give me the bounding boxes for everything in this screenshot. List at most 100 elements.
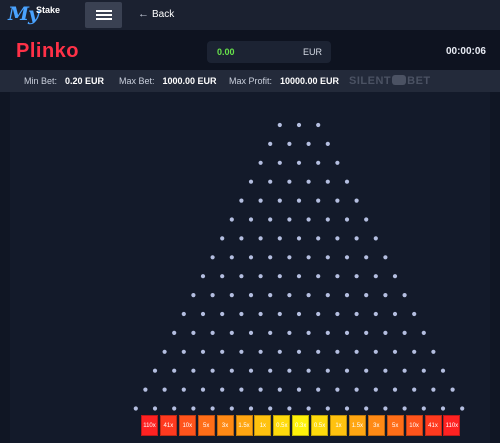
peg bbox=[354, 349, 359, 354]
peg bbox=[392, 274, 398, 279]
peg bbox=[239, 274, 244, 279]
peg bbox=[335, 349, 340, 354]
peg bbox=[316, 160, 321, 165]
peg bbox=[325, 330, 330, 335]
peg bbox=[431, 349, 436, 354]
multiplier-slot: 110x bbox=[443, 415, 461, 436]
peg bbox=[335, 387, 340, 392]
peg bbox=[248, 368, 254, 373]
peg bbox=[200, 274, 206, 279]
peg bbox=[220, 387, 225, 392]
peg bbox=[248, 217, 254, 222]
peg bbox=[258, 311, 263, 317]
peg bbox=[296, 311, 302, 317]
peg bbox=[229, 368, 234, 373]
multiplier-slot: 41x bbox=[424, 415, 442, 436]
peg bbox=[296, 236, 302, 241]
peg bbox=[364, 330, 369, 335]
multiplier-slot: 3x bbox=[367, 415, 385, 436]
peg bbox=[287, 217, 292, 222]
peg bbox=[258, 387, 263, 392]
peg bbox=[268, 368, 273, 373]
multiplier-slot: 5x bbox=[197, 415, 215, 436]
peg bbox=[229, 255, 234, 260]
peg bbox=[316, 311, 321, 317]
peg bbox=[354, 311, 359, 317]
peg bbox=[306, 406, 311, 411]
peg bbox=[220, 349, 225, 354]
multiplier-slot: 10x bbox=[178, 415, 196, 436]
peg bbox=[296, 274, 302, 279]
peg bbox=[268, 141, 273, 146]
peg bbox=[325, 293, 330, 298]
peg bbox=[364, 217, 369, 222]
peg bbox=[172, 368, 177, 373]
peg bbox=[287, 179, 292, 184]
peg bbox=[210, 368, 215, 373]
peg bbox=[239, 349, 244, 354]
peg bbox=[316, 236, 321, 241]
peg bbox=[373, 349, 378, 354]
peg bbox=[229, 330, 234, 335]
peg bbox=[200, 311, 206, 317]
peg bbox=[210, 406, 215, 411]
peg bbox=[277, 349, 282, 354]
peg bbox=[306, 217, 311, 222]
peg bbox=[143, 387, 148, 392]
peg bbox=[431, 387, 436, 392]
peg bbox=[421, 330, 426, 335]
multiplier-slot: 3x bbox=[216, 415, 234, 436]
peg bbox=[392, 349, 398, 354]
peg bbox=[325, 179, 330, 184]
peg bbox=[181, 387, 186, 392]
peg bbox=[354, 387, 359, 392]
peg bbox=[316, 349, 321, 354]
peg bbox=[402, 406, 407, 411]
multiplier-slot: 5x bbox=[386, 415, 404, 436]
peg bbox=[354, 198, 359, 203]
peg bbox=[373, 236, 378, 241]
peg bbox=[248, 179, 254, 184]
peg bbox=[239, 311, 244, 317]
peg bbox=[239, 198, 244, 203]
peg bbox=[287, 293, 292, 298]
peg bbox=[316, 274, 321, 279]
peg bbox=[440, 368, 446, 373]
peg bbox=[383, 293, 388, 298]
peg bbox=[277, 274, 282, 279]
peg bbox=[325, 368, 330, 373]
peg bbox=[172, 406, 177, 411]
peg bbox=[248, 255, 254, 260]
peg bbox=[335, 160, 340, 165]
peg bbox=[392, 387, 398, 392]
peg bbox=[402, 330, 407, 335]
peg bbox=[344, 217, 350, 222]
multiplier-slot: 41x bbox=[159, 415, 177, 436]
peg bbox=[325, 141, 330, 146]
peg bbox=[316, 387, 321, 392]
peg bbox=[277, 387, 282, 392]
peg bbox=[152, 368, 158, 373]
peg bbox=[258, 274, 263, 279]
peg bbox=[460, 406, 465, 411]
peg bbox=[344, 255, 350, 260]
peg bbox=[306, 368, 311, 373]
peg bbox=[210, 255, 215, 260]
peg bbox=[373, 311, 378, 317]
peg bbox=[296, 122, 302, 128]
peg bbox=[220, 274, 225, 279]
peg bbox=[364, 368, 369, 373]
peg bbox=[287, 368, 292, 373]
peg bbox=[220, 236, 225, 241]
multiplier-slot: 0.3x bbox=[292, 415, 310, 436]
peg bbox=[191, 368, 196, 373]
peg bbox=[287, 330, 292, 335]
peg bbox=[248, 330, 254, 335]
peg bbox=[210, 293, 215, 298]
multiplier-slot: 1.5x bbox=[235, 415, 253, 436]
peg bbox=[306, 293, 311, 298]
multiplier-slot: 1x bbox=[330, 415, 347, 436]
peg-field bbox=[133, 122, 465, 411]
peg bbox=[258, 198, 263, 203]
peg bbox=[344, 406, 350, 411]
